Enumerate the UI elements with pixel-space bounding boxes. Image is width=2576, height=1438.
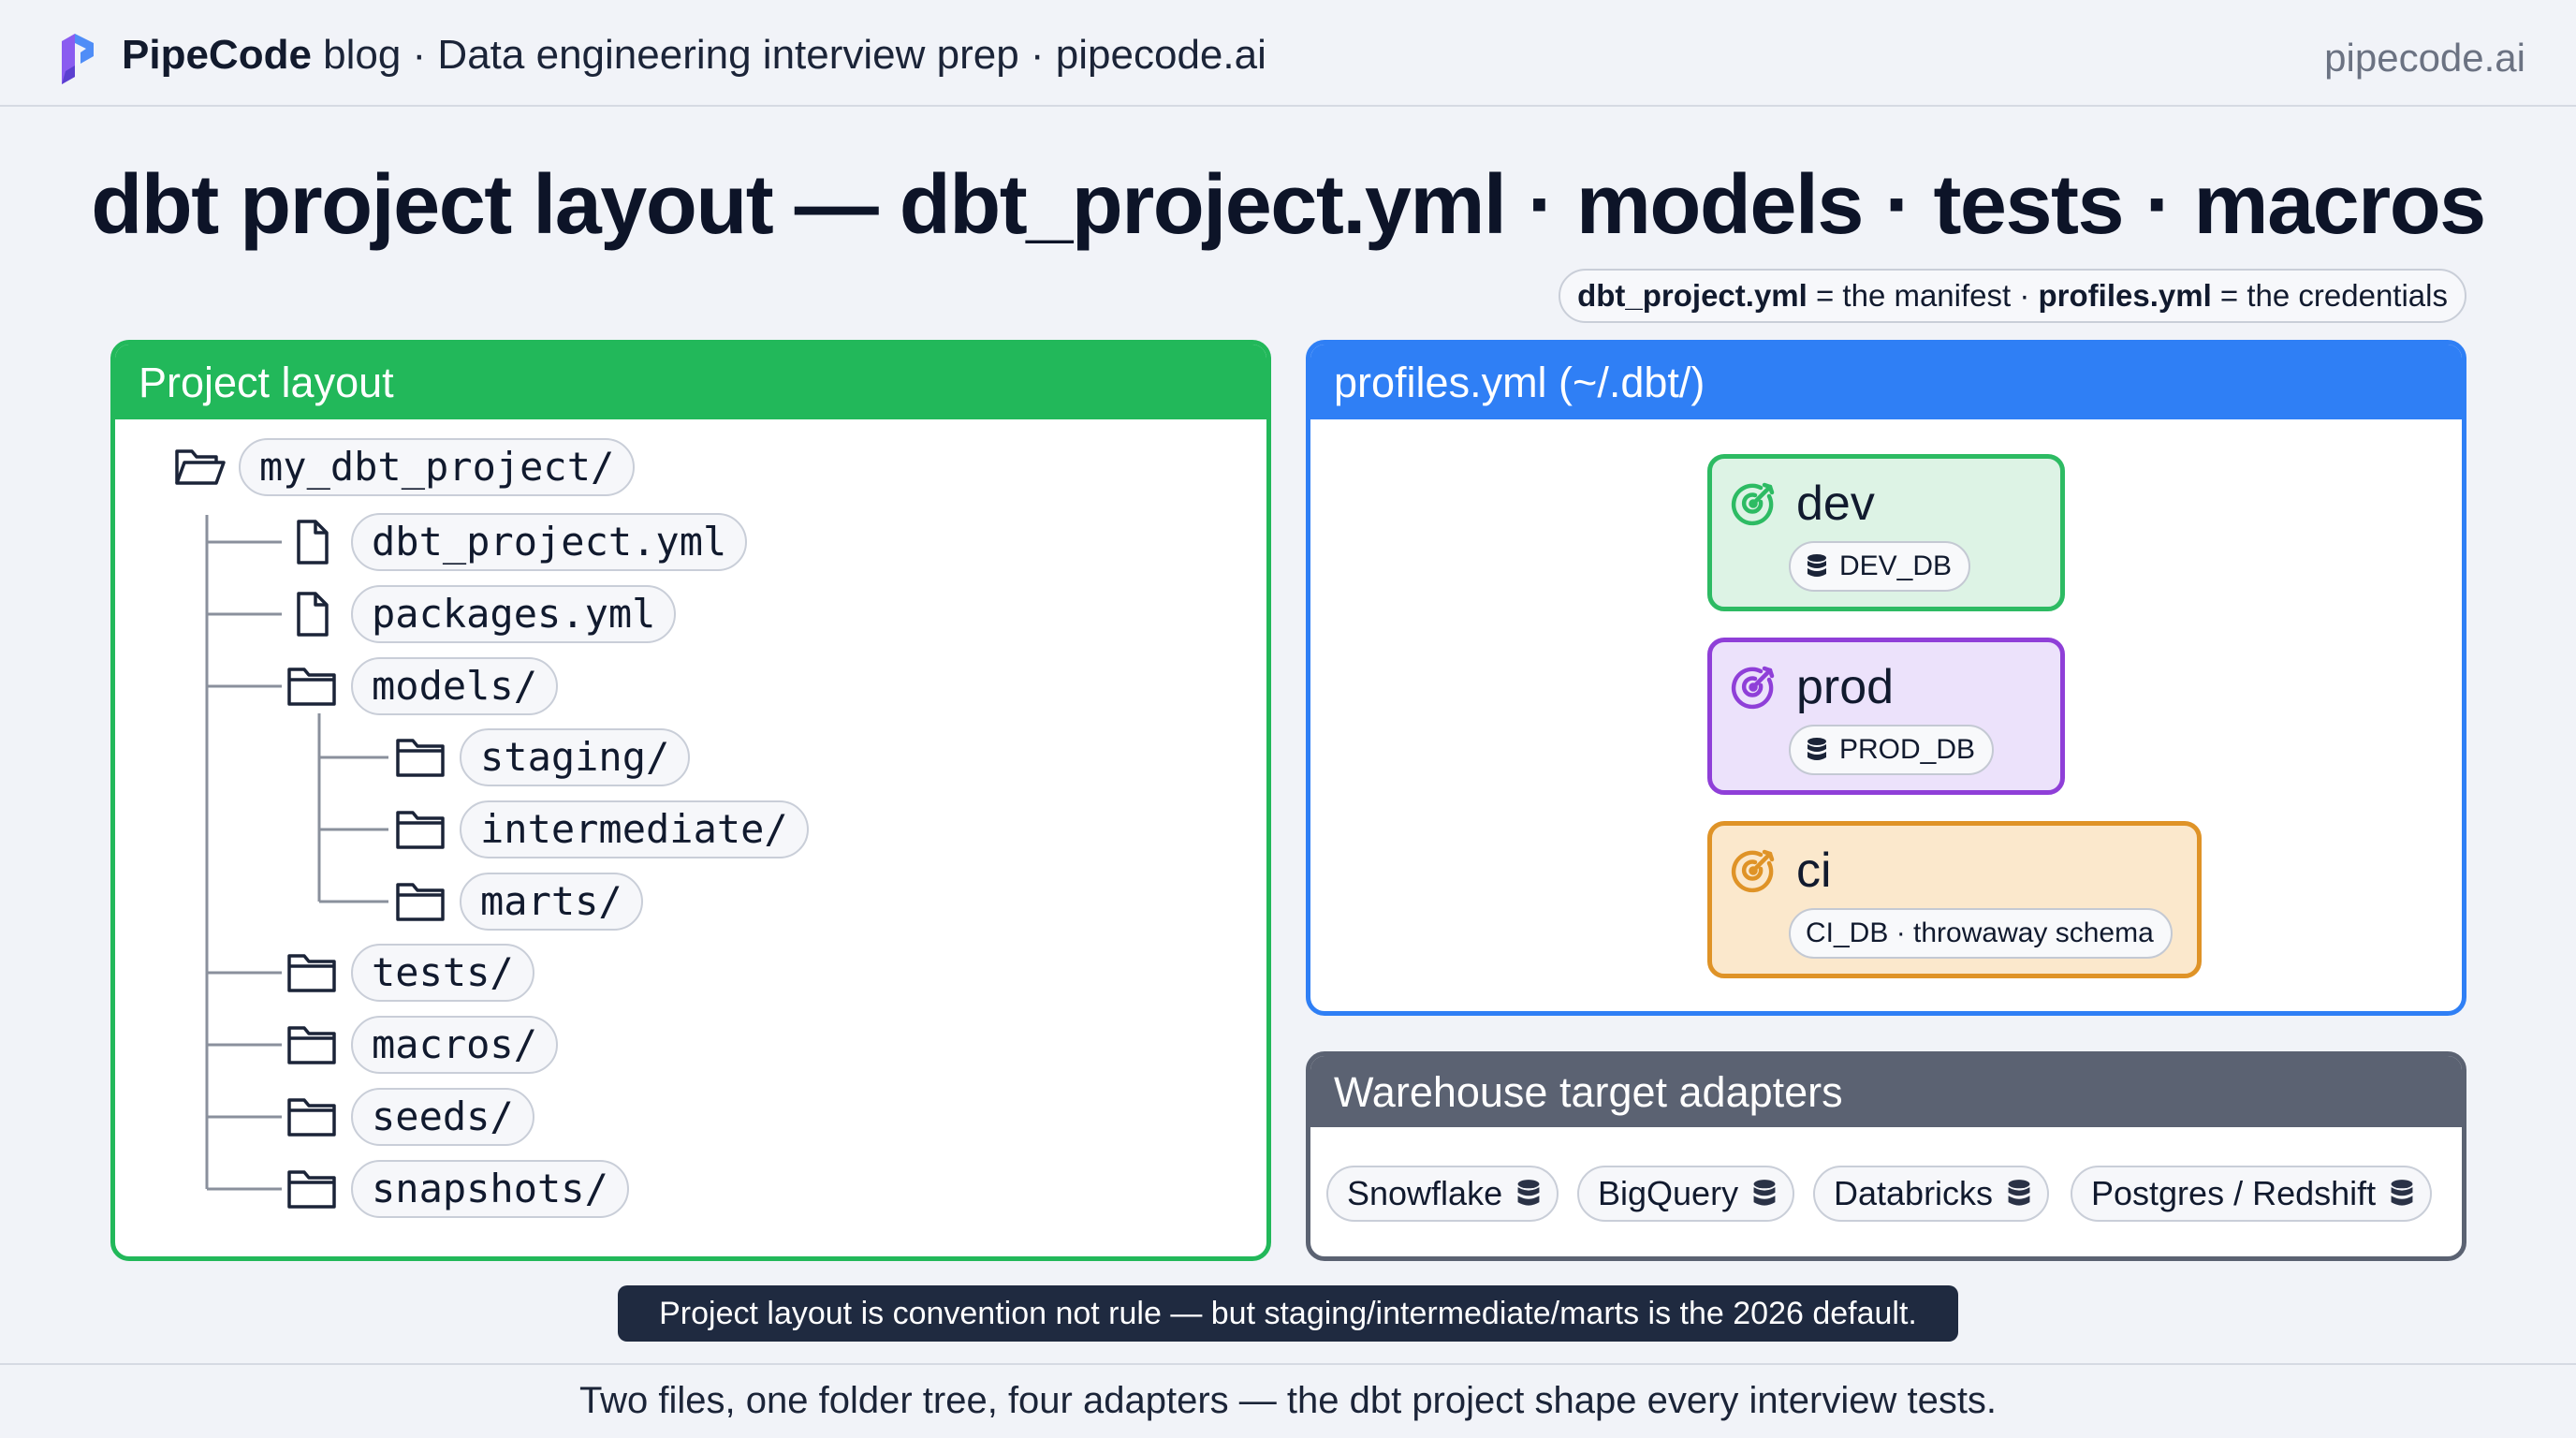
brand-line: PipeCode blog · Data engineering intervi… — [122, 32, 1266, 79]
tree-node-macros[interactable]: macros/ — [285, 1016, 559, 1074]
site-link[interactable]: pipecode.ai — [2324, 36, 2525, 81]
tree-node-staging[interactable]: staging/ — [394, 728, 691, 786]
tree-node-tests[interactable]: tests/ — [285, 944, 534, 1002]
folder-icon — [287, 668, 336, 706]
target-card-prod[interactable]: prod PROD_DB — [1707, 638, 2065, 795]
tree-node-marts[interactable]: marts/ — [394, 873, 643, 931]
note-text1: = the manifest · — [1807, 278, 2039, 313]
tree-label: tests/ — [351, 944, 534, 1002]
manifest-note: dbt_project.yml = the manifest · profile… — [1559, 269, 2466, 323]
folder-icon — [287, 1026, 336, 1064]
adapter-label: BigQuery — [1598, 1174, 1739, 1212]
database-icon — [1753, 1180, 1776, 1206]
tree-node-packages-yml[interactable]: packages.yml — [285, 585, 677, 643]
database-name: DEV_DB — [1839, 550, 1953, 581]
footer-divider — [0, 1363, 2576, 1365]
tree-label: dbt_project.yml — [351, 513, 748, 571]
database-name: CI_DB · throwaway schema — [1806, 917, 2154, 948]
tree-label: packages.yml — [351, 585, 677, 643]
target-icon — [1731, 849, 1775, 893]
note-text2: = the credentials — [2211, 278, 2448, 313]
database-icon — [2391, 1180, 2413, 1206]
top-bar: PipeCode blog · Data engineering intervi… — [0, 0, 2576, 107]
database-icon — [2008, 1180, 2030, 1206]
tree-node-models[interactable]: models/ — [285, 657, 559, 715]
database-icon — [1808, 554, 1826, 577]
folder-icon — [287, 1098, 336, 1137]
tree-node-seeds[interactable]: seeds/ — [285, 1088, 534, 1146]
adapters-panel: Warehouse target adapters — [1306, 1051, 2466, 1261]
folder-icon — [287, 954, 336, 992]
adapter-databricks[interactable]: Databricks — [1813, 1166, 2050, 1222]
adapter-label: Snowflake — [1347, 1174, 1503, 1212]
folder-icon — [287, 1170, 336, 1209]
tree-label: staging/ — [460, 728, 691, 786]
adapter-label: Postgres / Redshift — [2091, 1174, 2377, 1212]
database-name: PROD_DB — [1839, 734, 1976, 765]
convention-callout: Project layout is convention not rule — … — [618, 1285, 1958, 1342]
project-layout-panel: Project layout my_dbt_project/ dbt_proje… — [110, 340, 1271, 1261]
target-name: ci — [1796, 844, 1832, 898]
page-title: dbt project layout — dbt_project.yml · m… — [91, 158, 2486, 252]
file-icon — [297, 592, 329, 637]
target-name: dev — [1796, 477, 1875, 531]
database-icon — [1808, 738, 1826, 760]
tree-label: intermediate/ — [460, 800, 809, 858]
tree-label: models/ — [351, 657, 559, 715]
footer-caption: Two files, one folder tree, four adapter… — [578, 1380, 1998, 1421]
tree-node-dbt-project-yml[interactable]: dbt_project.yml — [285, 513, 748, 571]
folder-icon — [396, 883, 445, 921]
tree-label: snapshots/ — [351, 1160, 629, 1218]
database-icon — [1517, 1180, 1540, 1206]
tree-node-root[interactable]: my_dbt_project/ — [173, 438, 636, 496]
target-card-dev[interactable]: dev DEV_DB — [1707, 454, 2065, 611]
folder-icon — [396, 739, 445, 777]
database-pill: DEV_DB — [1789, 541, 1971, 592]
note-file2: profiles.yml — [2038, 278, 2212, 313]
tree-label: macros/ — [351, 1016, 559, 1074]
target-icon — [1731, 666, 1775, 710]
profiles-heading: profiles.yml (~/.dbt/) — [1310, 345, 2462, 419]
folder-icon — [396, 811, 445, 849]
adapter-postgres-redshift[interactable]: Postgres / Redshift — [2071, 1166, 2433, 1222]
tree-node-snapshots[interactable]: snapshots/ — [285, 1160, 629, 1218]
target-card-ci[interactable]: ci CI_DB · throwaway schema — [1707, 821, 2202, 978]
target-name: prod — [1796, 660, 1895, 714]
adapters-heading: Warehouse target adapters — [1310, 1056, 2462, 1127]
brand-tagline: blog · Data engineering interview prep ·… — [311, 32, 1266, 78]
folder-open-icon — [175, 449, 226, 485]
adapter-label: Databricks — [1834, 1174, 1994, 1212]
tree-label: my_dbt_project/ — [239, 438, 636, 496]
pipecode-logo-icon — [62, 34, 94, 84]
database-pill: CI_DB · throwaway schema — [1789, 908, 2173, 959]
brand-name: PipeCode — [122, 32, 312, 78]
file-icon — [297, 520, 329, 565]
adapter-bigquery[interactable]: BigQuery — [1577, 1166, 1795, 1222]
note-file1: dbt_project.yml — [1577, 278, 1808, 313]
tree-node-intermediate[interactable]: intermediate/ — [394, 800, 809, 858]
target-icon — [1731, 482, 1775, 526]
tree-label: marts/ — [460, 873, 643, 931]
tree-label: seeds/ — [351, 1088, 534, 1146]
adapter-snowflake[interactable]: Snowflake — [1326, 1166, 1559, 1222]
database-pill: PROD_DB — [1789, 725, 1995, 775]
